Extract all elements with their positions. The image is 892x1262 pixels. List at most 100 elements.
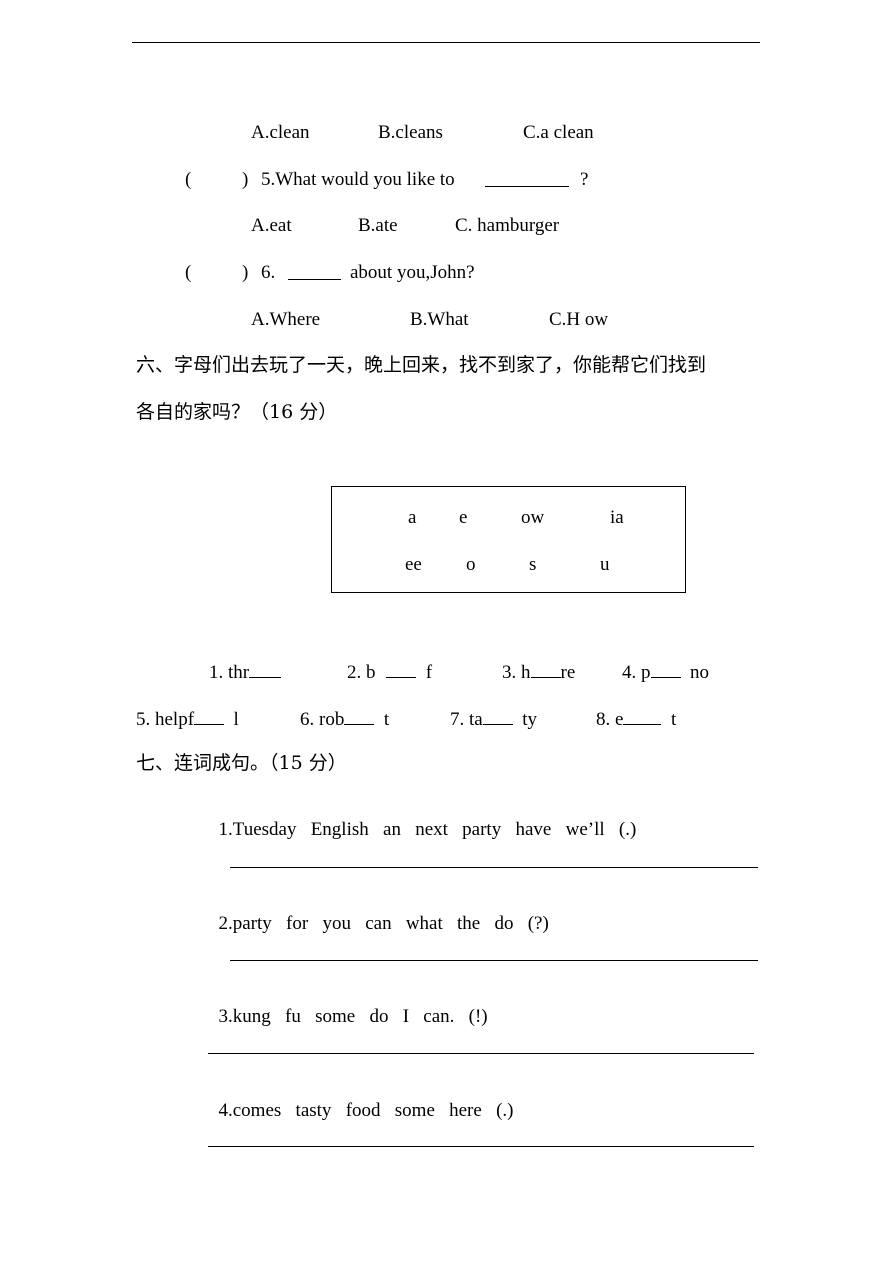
sentence-3-number: 3. <box>218 1006 233 1027</box>
q5-option-a: A.eat <box>251 215 292 236</box>
letter-s: s <box>529 554 537 575</box>
fill-item-5-post: l <box>233 709 239 730</box>
section6-title-line1: 六、字母们出去玩了一天，晚上回来，找不到家了，你能帮它们找到 <box>136 354 707 376</box>
sentence-1-answer-line[interactable] <box>230 867 758 868</box>
q5-question: 5.What would you like to <box>261 169 455 190</box>
letter-ia: ia <box>610 507 624 528</box>
sentence-2-word: what <box>405 913 443 934</box>
sentence-1-word: Tuesday <box>232 819 297 840</box>
fill-item-8: 8. e t <box>596 708 676 729</box>
sentence-item-2: 2.party for you can what the do (?) <box>209 895 549 933</box>
sentence-1-word: we’ll <box>565 819 605 840</box>
sentence-4-punct: (.) <box>496 1100 514 1121</box>
sentence-3-word: kung <box>232 1006 271 1027</box>
section6-title-line2: 各自的家吗？（16 分） <box>136 401 338 423</box>
fill-item-5: 5. helpf l <box>136 708 239 729</box>
sentence-1-word: English <box>310 819 369 840</box>
letter-u: u <box>600 554 610 575</box>
sentence-3-punct: (!) <box>468 1006 488 1027</box>
fill-item-2: 2. b f <box>347 661 432 682</box>
fill-item-7: 7. ta ty <box>450 708 537 729</box>
sentence-4-word: comes <box>232 1100 282 1121</box>
q5-question-mark: ? <box>580 169 589 190</box>
fill-item-6-pre: 6. rob <box>300 709 345 730</box>
fill-item-3: 3. h re <box>502 661 575 682</box>
sentence-item-4: 4.comes tasty food some here (.) <box>209 1082 514 1121</box>
header-rule <box>132 42 760 43</box>
sentence-2-word: the <box>457 913 481 934</box>
sentence-2-punct: (?) <box>527 913 549 934</box>
q5-option-b: B.ate <box>358 215 398 236</box>
letter-o: o <box>466 554 476 575</box>
letter-ee: ee <box>405 554 422 575</box>
q5-answer-blank[interactable] <box>485 170 569 191</box>
sentence-3-answer-line[interactable] <box>208 1053 754 1054</box>
sentence-4-word: some <box>394 1100 435 1121</box>
fill-item-4: 4. p no <box>622 661 709 682</box>
sentence-1-word: have <box>515 819 552 840</box>
sentence-2-word: party <box>232 913 272 934</box>
fill-item-4-post: no <box>690 662 709 683</box>
fill-item-8-pre: 8. e <box>596 709 624 730</box>
q6-paren-close: ) <box>242 262 249 283</box>
fill-item-4-pre: 4. p <box>622 662 651 683</box>
q6-number: 6. <box>261 262 276 283</box>
sentence-3-word: some <box>315 1006 356 1027</box>
sentence-1-word: party <box>462 819 502 840</box>
fill-item-2-blank[interactable] <box>386 661 417 678</box>
fill-item-6-blank[interactable] <box>344 708 375 725</box>
fill-item-4-blank[interactable] <box>650 661 681 678</box>
fill-item-8-blank[interactable] <box>623 708 662 725</box>
q6-option-a: A.Where <box>251 309 321 330</box>
letter-box <box>331 486 686 593</box>
letter-ow: ow <box>521 507 545 528</box>
q5-paren-open: ( <box>185 169 192 190</box>
sentence-1-word: an <box>383 819 401 840</box>
q4-option-b: B.cleans <box>378 122 443 143</box>
q4-option-a: A.clean <box>251 122 310 143</box>
sentence-3-word: can. <box>423 1006 455 1027</box>
fill-item-6-post: t <box>383 709 390 730</box>
fill-item-5-blank[interactable] <box>194 708 225 725</box>
q6-question: about you,John? <box>350 262 475 283</box>
fill-item-8-post: t <box>670 709 677 730</box>
sentence-3-word: fu <box>285 1006 301 1027</box>
sentence-1-word: next <box>415 819 448 840</box>
sentence-1-number: 1. <box>218 819 233 840</box>
fill-item-3-pre: 3. h <box>502 662 531 683</box>
q4-option-c: C.a clean <box>523 122 594 143</box>
q6-answer-blank[interactable] <box>288 263 341 284</box>
fill-item-1-blank[interactable] <box>249 661 282 678</box>
fill-item-3-post: re <box>560 662 576 683</box>
q6-paren-open: ( <box>185 262 192 283</box>
sentence-2-word: you <box>322 913 351 934</box>
sentence-3-word: I <box>402 1006 410 1027</box>
sentence-2-word: can <box>365 913 392 934</box>
sentence-item-3: 3.kung fu some do I can. (!) <box>209 988 488 1026</box>
sentence-3-word: do <box>369 1006 389 1027</box>
letter-a: a <box>408 507 417 528</box>
q5-option-c: C. hamburger <box>455 215 560 236</box>
sentence-4-word: here <box>449 1100 482 1121</box>
sentence-2-word: do <box>494 913 514 934</box>
q6-option-b: B.What <box>410 309 469 330</box>
fill-item-2-post: f <box>425 662 433 683</box>
sentence-4-number: 4. <box>218 1100 233 1121</box>
sentence-4-word: tasty <box>295 1100 332 1121</box>
sentence-2-number: 2. <box>218 913 233 934</box>
fill-item-2-pre: 2. b <box>347 662 376 683</box>
sentence-4-answer-line[interactable] <box>208 1146 754 1147</box>
fill-item-1: 1. thr <box>209 661 282 683</box>
sentence-item-1: 1.Tuesday English an next party have we’… <box>209 801 637 840</box>
fill-item-1-pre: 1. thr <box>209 662 250 683</box>
sentence-2-answer-line[interactable] <box>230 960 758 961</box>
sentence-4-word: food <box>345 1100 381 1121</box>
fill-item-7-post: ty <box>522 709 537 730</box>
sentence-2-word: for <box>286 913 309 934</box>
q6-option-c: C.H ow <box>549 309 609 330</box>
fill-item-7-blank[interactable] <box>482 708 513 725</box>
letter-e: e <box>459 507 468 528</box>
fill-item-3-blank[interactable] <box>530 661 561 678</box>
sentence-1-punct: (.) <box>618 819 637 840</box>
fill-item-6: 6. rob t <box>300 708 389 729</box>
